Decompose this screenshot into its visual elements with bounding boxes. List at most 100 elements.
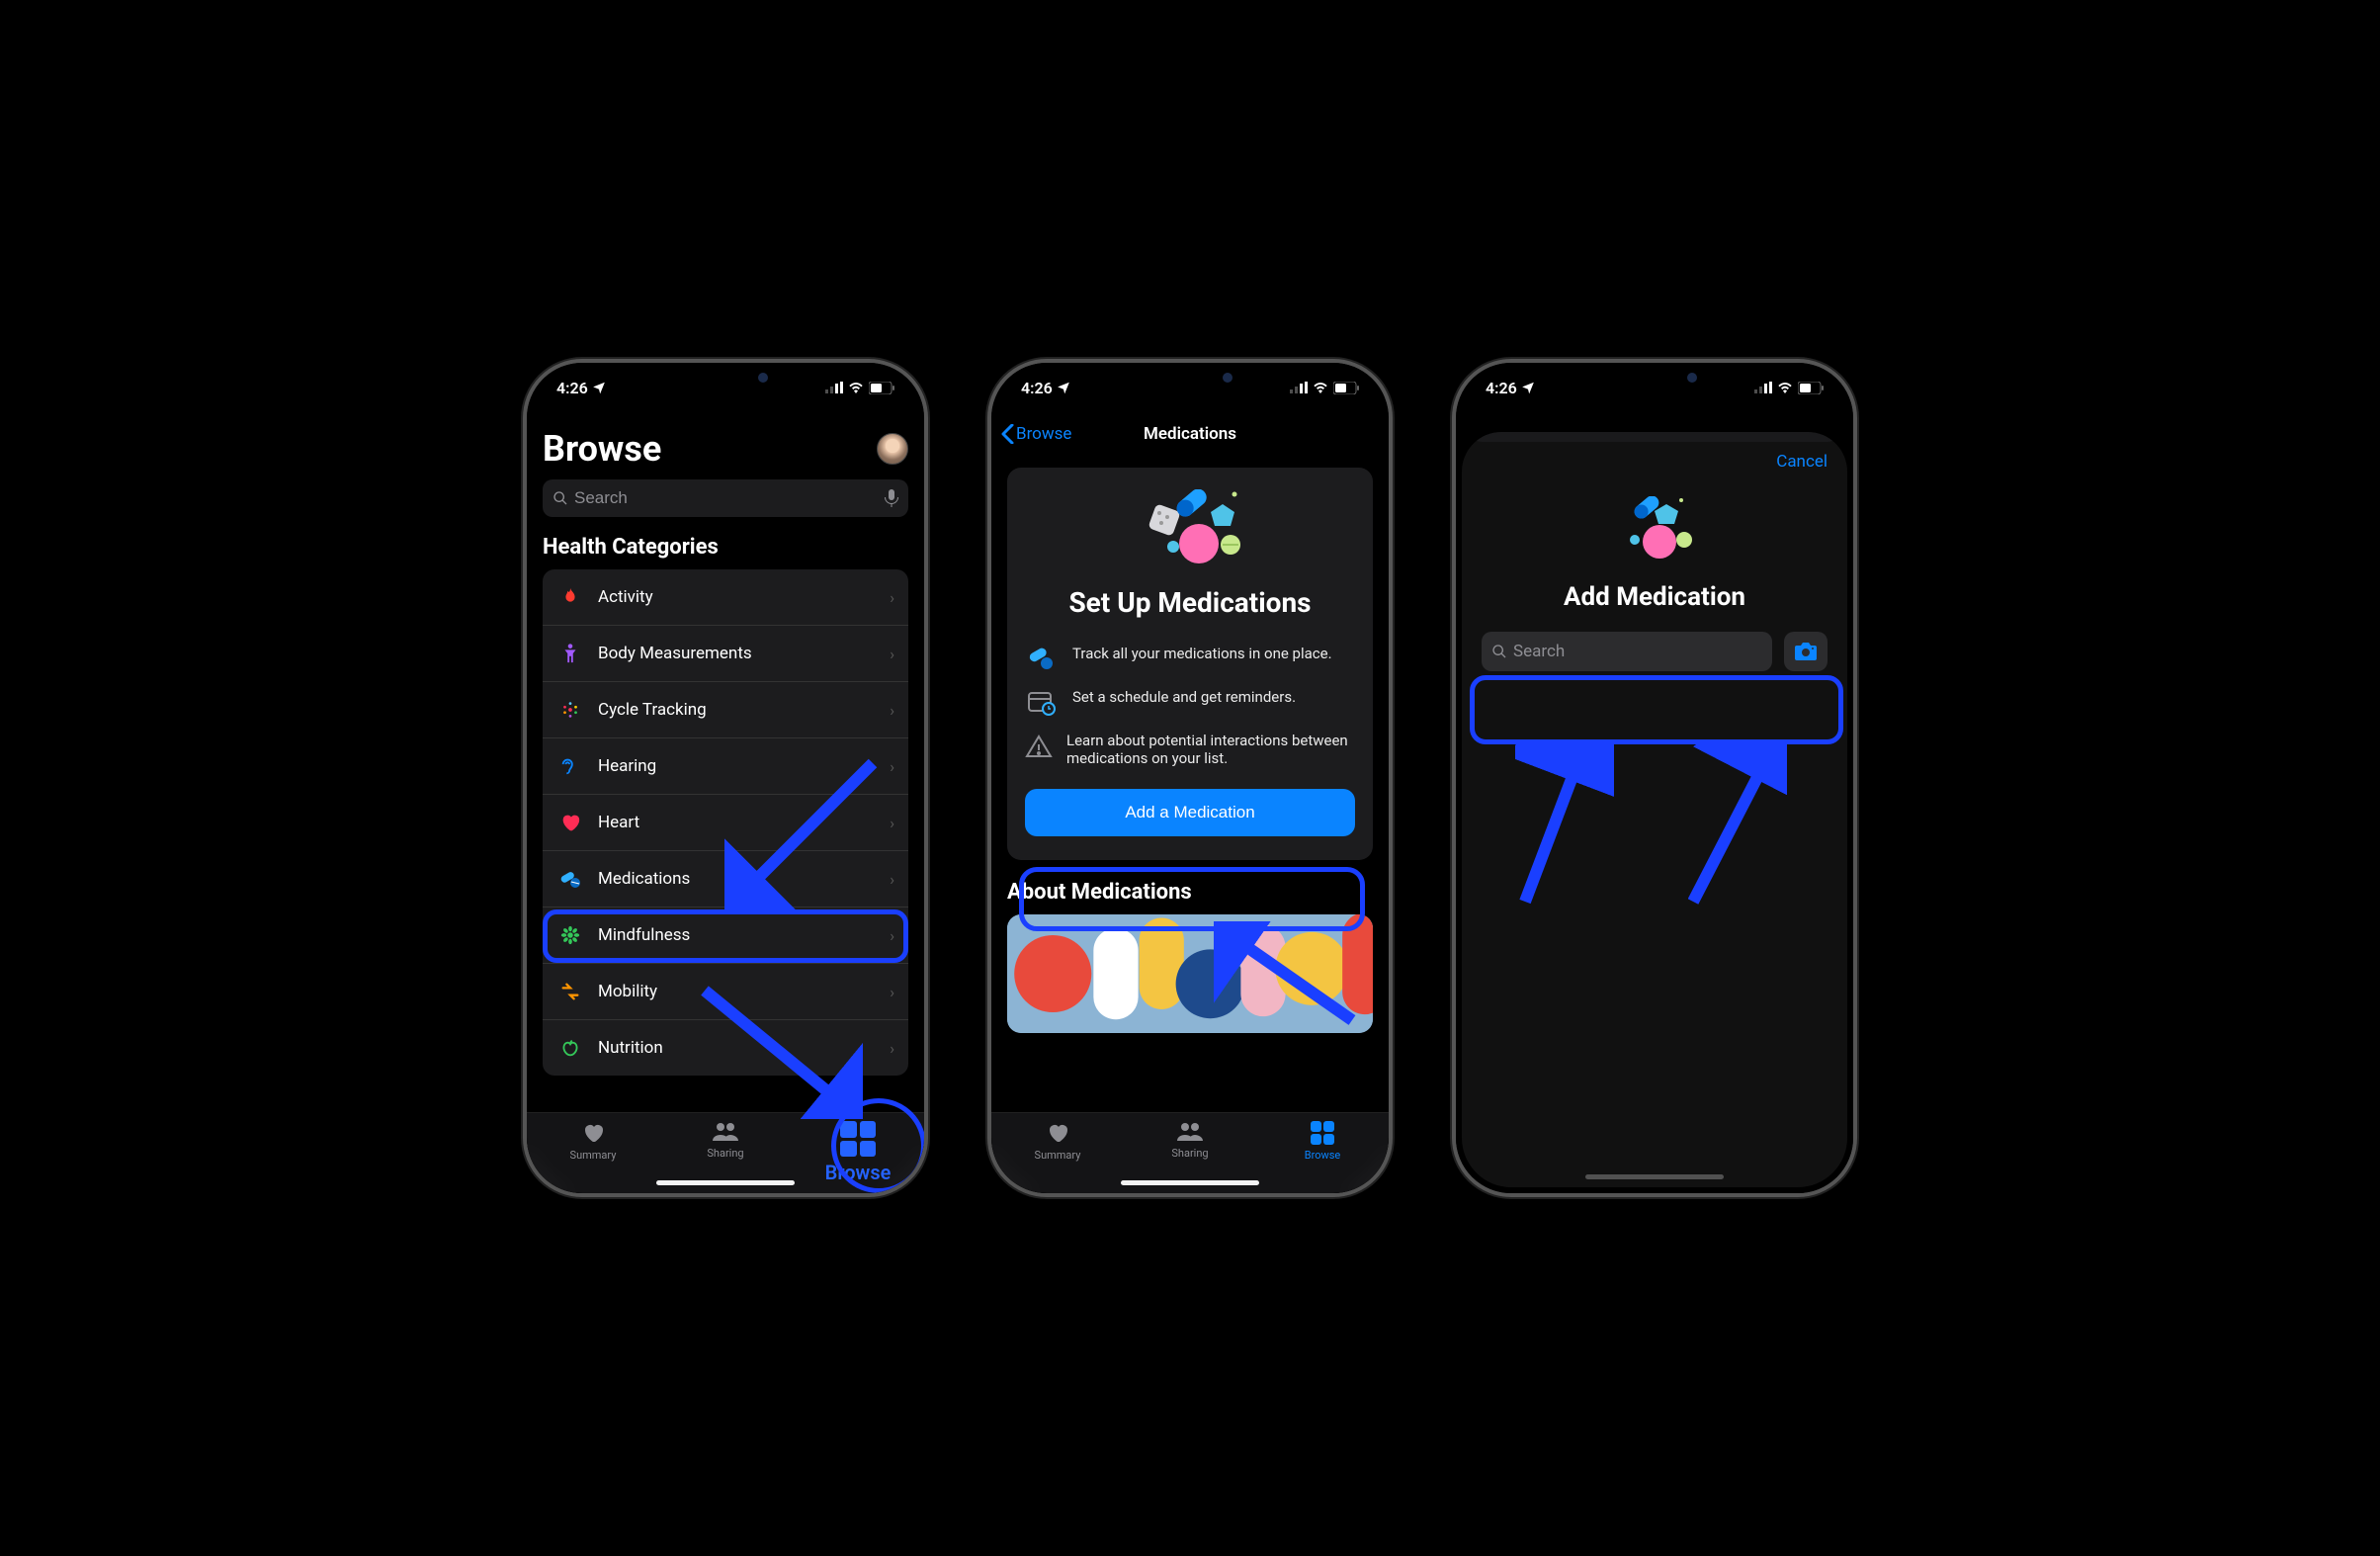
tab-label: Summary [1035, 1149, 1081, 1162]
chevron-right-icon: › [890, 926, 894, 945]
camera-icon [1794, 642, 1818, 661]
feature-track: Track all your medications in one place. [1025, 637, 1355, 680]
phone-add-medication: 4:26 Cancel [1452, 359, 1857, 1197]
home-indicator[interactable] [656, 1180, 795, 1185]
tab-label: Summary [570, 1149, 617, 1162]
tab-sharing[interactable]: Sharing [1150, 1121, 1230, 1160]
category-body[interactable]: Body Measurements › [543, 626, 908, 682]
location-icon [1521, 381, 1535, 394]
status-time: 4:26 [1021, 379, 1053, 397]
category-hearing[interactable]: Hearing › [543, 738, 908, 795]
search-field[interactable]: Search [1482, 632, 1772, 671]
camera-button[interactable] [1784, 632, 1828, 671]
cellular-icon [1754, 382, 1772, 393]
mindfulness-icon [559, 924, 581, 946]
back-button[interactable]: Browse [1001, 424, 1071, 444]
tab-label: Sharing [707, 1147, 743, 1160]
notch [1116, 363, 1264, 392]
tab-label: Browse [825, 1161, 892, 1184]
status-time: 4:26 [1486, 379, 1517, 397]
back-label: Browse [1016, 424, 1071, 444]
categories-list: Activity › Body Measurements › Cycle Tra… [543, 569, 908, 1076]
pills-icon [558, 868, 582, 890]
feature-text: Learn about potential interactions betwe… [1066, 732, 1355, 767]
chevron-right-icon: › [890, 814, 894, 832]
status-time: 4:26 [556, 379, 588, 397]
chevron-right-icon: › [890, 701, 894, 720]
grid-icon [840, 1121, 876, 1157]
cancel-button[interactable]: Cancel [1776, 452, 1828, 472]
cycle-icon [559, 699, 581, 721]
home-indicator[interactable] [1121, 1180, 1259, 1185]
category-medications[interactable]: Medications › [543, 851, 908, 908]
category-label: Body Measurements [598, 644, 890, 663]
heart-fill-icon [580, 1121, 606, 1145]
category-heart[interactable]: Heart › [543, 795, 908, 851]
feature-interactions: Learn about potential interactions betwe… [1025, 724, 1355, 775]
nav-title: Medications [1144, 424, 1236, 444]
chevron-right-icon: › [890, 1039, 894, 1058]
tab-label: Sharing [1171, 1147, 1208, 1160]
category-nutrition[interactable]: Nutrition › [543, 1020, 908, 1076]
feature-text: Set a schedule and get reminders. [1072, 688, 1296, 706]
tab-summary[interactable]: Summary [1018, 1121, 1097, 1162]
grid-icon [1311, 1121, 1334, 1145]
heart-fill-icon [1045, 1121, 1070, 1145]
setup-card: Set Up Medications Track all your medica… [1007, 468, 1373, 860]
chevron-right-icon: › [890, 645, 894, 663]
battery-icon [1333, 382, 1359, 394]
battery-icon [869, 382, 894, 394]
pills-small-icon [1027, 647, 1057, 672]
card-title: Set Up Medications [1025, 586, 1355, 619]
search-placeholder: Search [1513, 642, 1565, 661]
about-heading: About Medications [991, 872, 1389, 914]
category-label: Mobility [598, 982, 890, 1001]
tab-summary[interactable]: Summary [553, 1121, 633, 1162]
phone-browse: 4:26 Browse Health Categories Activity [523, 359, 928, 1197]
chevron-right-icon: › [890, 870, 894, 889]
tab-sharing[interactable]: Sharing [686, 1121, 765, 1160]
people-icon [1175, 1121, 1205, 1143]
search-icon [1491, 644, 1507, 659]
tab-browse[interactable]: Browse [818, 1121, 897, 1184]
about-card[interactable] [1007, 914, 1373, 1033]
search-bar[interactable] [543, 479, 908, 517]
mobility-icon [559, 981, 581, 1002]
search-icon [552, 490, 568, 506]
apple-icon [559, 1037, 581, 1059]
location-icon [1057, 381, 1070, 394]
flame-icon [559, 586, 581, 608]
wifi-icon [1777, 382, 1793, 393]
wifi-icon [848, 382, 864, 393]
medications-illustration [1462, 491, 1847, 570]
category-mindfulness[interactable]: Mindfulness › [543, 908, 908, 964]
category-cycle[interactable]: Cycle Tracking › [543, 682, 908, 738]
page-title: Browse [543, 428, 661, 470]
tab-browse[interactable]: Browse [1283, 1121, 1362, 1162]
location-icon [592, 381, 606, 394]
profile-avatar[interactable] [877, 433, 908, 465]
nav-bar: Browse Medications [991, 412, 1389, 456]
home-indicator[interactable] [1585, 1174, 1724, 1179]
notch [1580, 363, 1729, 392]
warning-icon [1025, 734, 1053, 759]
chevron-right-icon: › [890, 983, 894, 1001]
chevron-right-icon: › [890, 588, 894, 607]
sheet-title: Add Medication [1462, 582, 1847, 612]
search-input[interactable] [574, 488, 885, 508]
add-medication-sheet: Cancel Add Medication Search [1462, 432, 1847, 1187]
category-mobility[interactable]: Mobility › [543, 964, 908, 1020]
category-label: Cycle Tracking [598, 700, 890, 720]
chevron-right-icon: › [890, 757, 894, 776]
category-label: Heart [598, 813, 890, 832]
mic-icon[interactable] [885, 489, 898, 507]
heart-icon [559, 812, 581, 833]
category-activity[interactable]: Activity › [543, 569, 908, 626]
tab-label: Browse [1305, 1149, 1341, 1162]
section-heading: Health Categories [527, 535, 924, 569]
calendar-clock-icon [1028, 690, 1056, 716]
add-medication-button[interactable]: Add a Medication [1025, 789, 1355, 836]
category-label: Nutrition [598, 1038, 890, 1058]
medications-illustration [1025, 489, 1355, 578]
category-label: Mindfulness [598, 925, 890, 945]
